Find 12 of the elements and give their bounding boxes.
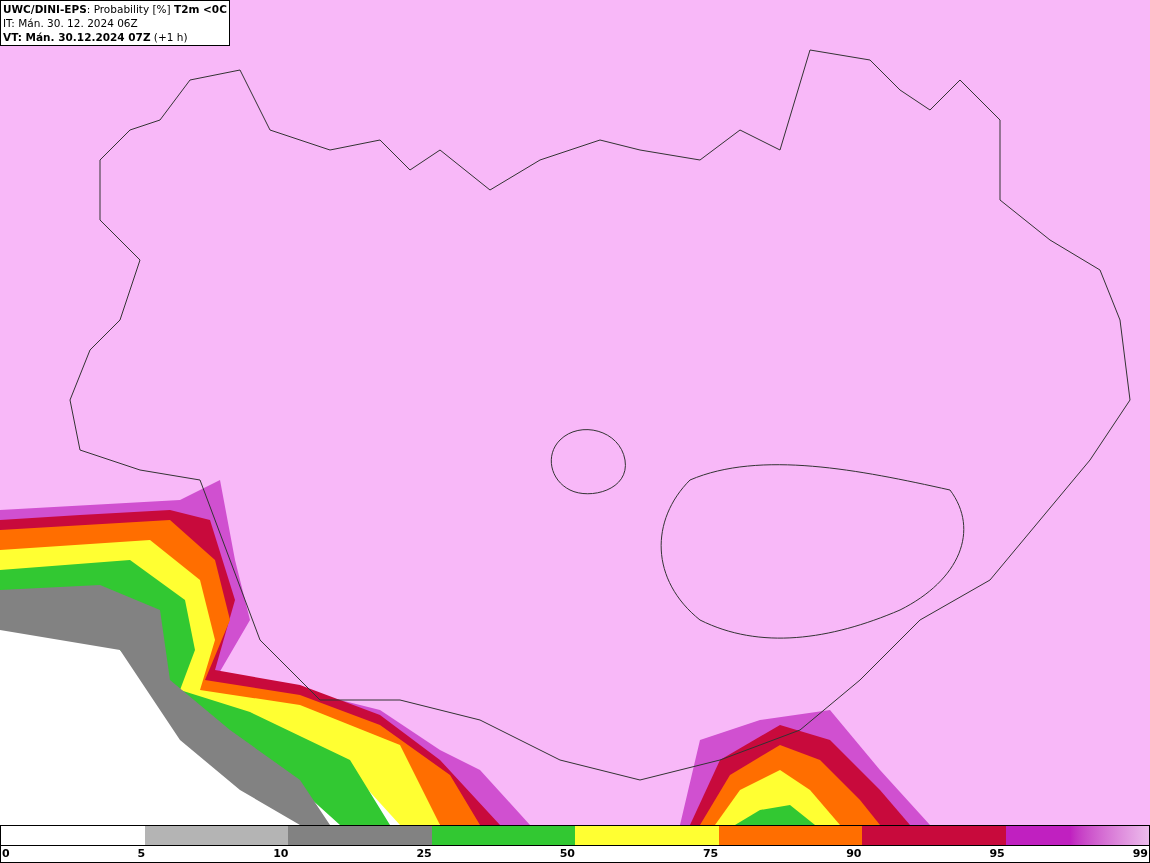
legend-label: 5: [137, 846, 146, 862]
legend-label: 25: [416, 846, 432, 862]
legend-label: 90: [846, 846, 862, 862]
legend-label: 75: [702, 846, 719, 862]
legend-label: 50: [559, 846, 575, 862]
legend-label: 99: [1132, 846, 1148, 862]
legend-label: 95: [989, 846, 1005, 862]
legend-label: 0: [2, 846, 10, 862]
map-title: UWC/DINI-EPS: Probability [%] T2m <0C: [3, 2, 227, 16]
valid-time: VT: Mán. 30.12.2024 07Z (+1 h): [3, 30, 189, 44]
initial-time: IT: Mán. 30. 12. 2024 06Z: [3, 16, 139, 30]
legend-label: 10: [273, 846, 289, 862]
